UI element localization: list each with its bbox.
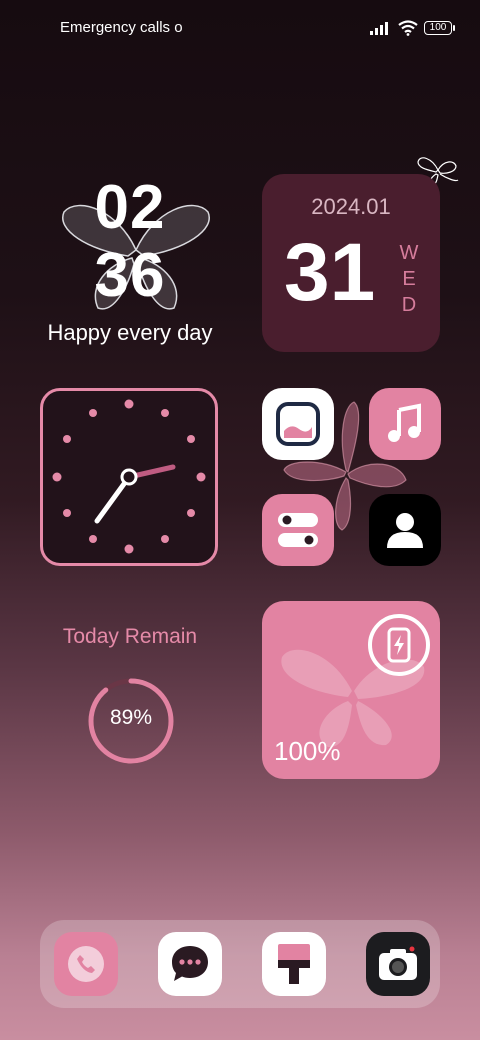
settings-app-icon[interactable] xyxy=(262,494,334,566)
clock-hours: 02 xyxy=(94,173,166,242)
date-year-month: 2024.01 xyxy=(311,194,391,219)
weekday-letter: D xyxy=(401,294,417,316)
charging-badge xyxy=(368,614,430,676)
phone-icon xyxy=(77,955,95,973)
music-app-icon[interactable] xyxy=(369,388,441,460)
date-weekday: W E D xyxy=(398,240,420,318)
settings-toggle-icon xyxy=(278,513,318,547)
theme-brush-icon xyxy=(278,944,310,984)
weekday-letter: W xyxy=(399,242,419,264)
remain-percent: 89% xyxy=(109,706,153,729)
date-day: 31 xyxy=(284,227,376,318)
battery-widget-percent: 100% xyxy=(274,736,341,766)
status-icons: 100 xyxy=(370,20,455,36)
signal-icon xyxy=(370,22,388,35)
contacts-icon xyxy=(387,513,423,548)
camera-icon xyxy=(379,946,417,980)
themes-app-icon[interactable] xyxy=(262,932,326,996)
status-carrier-text: Emergency calls o xyxy=(60,19,183,36)
clock-face xyxy=(52,399,206,554)
clock-minutes: 36 xyxy=(94,241,166,310)
today-remain-title: Today Remain xyxy=(62,625,198,648)
analog-clock-widget[interactable] xyxy=(40,388,218,566)
messages-app-icon[interactable] xyxy=(158,932,222,996)
wifi-icon xyxy=(398,20,418,36)
weekday-letter: E xyxy=(402,268,416,290)
camera-app-icon[interactable] xyxy=(366,932,430,996)
gallery-icon xyxy=(276,402,320,446)
phone-app-icon[interactable] xyxy=(54,932,118,996)
battery-icon: 100 xyxy=(424,21,455,35)
music-icon xyxy=(388,403,421,442)
clock-caption: Happy every day xyxy=(47,320,213,345)
contacts-app-icon[interactable] xyxy=(369,494,441,566)
messages-icon xyxy=(172,946,208,981)
phone-charging-icon xyxy=(387,627,411,663)
gallery-app-icon[interactable] xyxy=(262,388,334,460)
